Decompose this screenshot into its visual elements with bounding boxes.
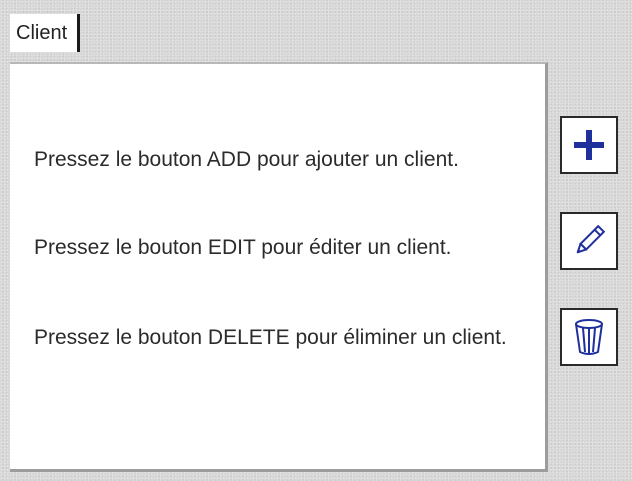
delete-button[interactable] — [560, 308, 618, 366]
edit-button[interactable] — [560, 212, 618, 270]
add-instruction-text: Pressez le bouton ADD pour ajouter un cl… — [34, 148, 459, 171]
tab-client[interactable]: Client — [10, 14, 81, 52]
pencil-icon — [576, 224, 606, 254]
trash-bin-icon — [575, 319, 603, 355]
add-button[interactable] — [560, 116, 618, 174]
delete-instruction-text: Pressez le bouton DELETE pour éliminer u… — [34, 326, 507, 349]
plus-icon — [574, 130, 604, 160]
edit-instruction-text: Pressez le bouton EDIT pour éditer un cl… — [34, 236, 452, 259]
tab-client-label: Client — [16, 21, 68, 44]
content-panel: Pressez le bouton ADD pour ajouter un cl… — [10, 62, 548, 472]
